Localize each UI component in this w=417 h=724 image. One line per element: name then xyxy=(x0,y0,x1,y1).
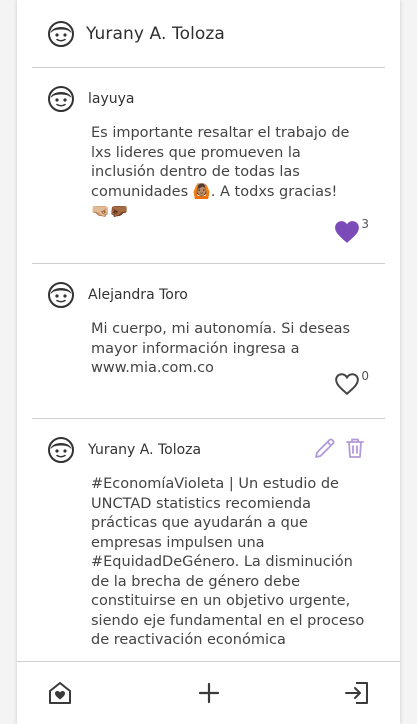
home-heart-icon[interactable] xyxy=(47,680,73,706)
heart-outline-icon xyxy=(335,373,360,396)
post-header: layuya xyxy=(32,68,385,112)
post-text: #EconomíaVioleta | Un estudio de UNCTAD … xyxy=(91,475,369,651)
app-frame: Yurany A. Toloza layuya Es importante re… xyxy=(17,0,400,724)
profile-header: Yurany A. Toloza xyxy=(32,0,385,68)
post-item: Alejandra Toro Mi cuerpo, mi autonomía. … xyxy=(32,264,385,419)
post-text: Es importante resaltar el trabajo de lxs… xyxy=(91,124,369,223)
plus-icon[interactable] xyxy=(196,680,222,706)
post-item: layuya Es importante resaltar el trabajo… xyxy=(32,68,385,264)
like-button[interactable]: 3 xyxy=(334,217,369,244)
post-text: Mi cuerpo, mi autonomía. Si deseas mayor… xyxy=(91,320,369,379)
like-count: 0 xyxy=(361,369,369,383)
bottom-nav xyxy=(17,661,400,724)
post-author: Alejandra Toro xyxy=(88,287,188,303)
post-text-content: Es importante resaltar el trabajo de lxs… xyxy=(91,125,350,200)
author-avatar-icon xyxy=(48,282,74,308)
author-avatar-icon xyxy=(48,437,74,463)
heart-filled-icon xyxy=(335,221,360,243)
author-avatar-icon xyxy=(48,86,74,112)
trash-icon[interactable] xyxy=(343,436,367,460)
post-header: Alejandra Toro xyxy=(32,264,385,308)
post-text-content: Mi cuerpo, mi autonomía. Si deseas mayor… xyxy=(91,321,351,376)
post-author: Yurany A. Toloza xyxy=(88,442,202,458)
post-text-content: #EconomíaVioleta | Un estudio de UNCTAD … xyxy=(91,476,365,648)
like-button[interactable]: 0 xyxy=(334,369,369,396)
like-count: 3 xyxy=(361,217,369,231)
post-author: layuya xyxy=(88,91,135,107)
profile-name: Yurany A. Toloza xyxy=(86,23,225,44)
post-emoji-line: 🤜🏼🤛🏾 xyxy=(91,202,129,220)
user-avatar-icon xyxy=(48,20,74,47)
post-owner-actions xyxy=(313,436,367,460)
edit-pencil-icon[interactable] xyxy=(313,436,337,460)
post-item: Yurany A. Toloza #EconomíaVioleta | Un e… xyxy=(32,419,385,660)
post-feed[interactable]: layuya Es importante resaltar el trabajo… xyxy=(17,68,400,660)
logout-icon[interactable] xyxy=(344,680,370,706)
